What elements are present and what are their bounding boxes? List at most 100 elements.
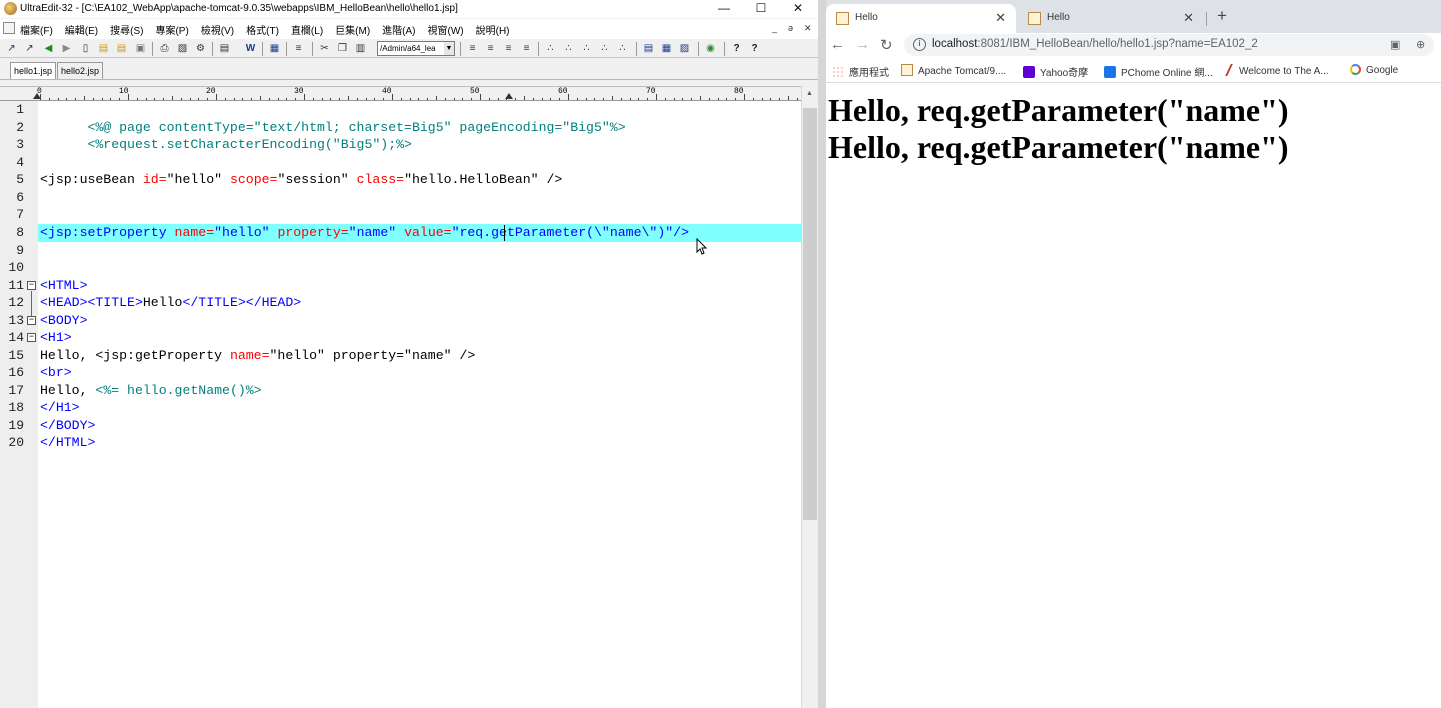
menu-search[interactable]: 搜尋(S) — [110, 22, 143, 37]
code-token: <HEAD><TITLE> — [40, 295, 143, 310]
find-next-icon[interactable]: ∴ — [562, 42, 575, 55]
justify-icon[interactable]: ≡ — [520, 42, 533, 55]
editor-vertical-scrollbar[interactable]: ▲ — [801, 86, 818, 708]
bookmark-welcome[interactable]: Welcome to The A... — [1225, 64, 1329, 77]
ruler-tick — [312, 98, 314, 100]
site-info-icon[interactable]: i — [913, 38, 926, 51]
toolbar-combo-dropdown[interactable]: /Admin/a64_lea ▼ — [377, 41, 455, 56]
find-in-files-icon[interactable]: ∴ — [616, 42, 629, 55]
spell-check-icon[interactable]: ▤ — [218, 42, 231, 55]
ruler-tick — [471, 98, 473, 100]
align-left-icon[interactable]: ≡ — [466, 42, 479, 55]
browser-tab-active[interactable]: Hello ✕ — [826, 4, 1016, 33]
find-prev-icon[interactable]: ∴ — [580, 42, 593, 55]
open-folder-icon[interactable]: ▤ — [97, 42, 110, 55]
find-icon[interactable]: ∴ — [544, 42, 557, 55]
fold-toggle-html[interactable]: − — [27, 281, 36, 290]
menu-edit[interactable]: 編輯(E) — [65, 22, 98, 37]
paste-icon[interactable]: ▥ — [354, 42, 367, 55]
menu-column[interactable]: 直欄(L) — [291, 22, 323, 37]
address-bar[interactable]: i localhost:8081/IBM_HelloBean/hello/hel… — [904, 34, 1434, 56]
ruler-caret-marker — [505, 93, 513, 99]
menu-advanced[interactable]: 進階(A) — [382, 22, 415, 37]
print-icon[interactable]: ⎙ — [158, 42, 171, 55]
close-button[interactable]: ✕ — [780, 0, 816, 18]
bookmark-tomcat[interactable]: Apache Tomcat/9.... — [901, 64, 1006, 77]
save-icon[interactable]: ▣ — [134, 42, 147, 55]
context-help-icon[interactable]: ? — [748, 42, 761, 55]
zoom-icon[interactable]: ⊕ — [1416, 38, 1425, 51]
code-token: "hello" — [166, 172, 230, 187]
menu-file[interactable]: 檔案(F) — [20, 22, 53, 37]
open-folder2-icon[interactable]: ▤ — [115, 42, 128, 55]
forward-button[interactable]: → — [855, 36, 870, 53]
format-icon[interactable]: ≡ — [292, 42, 305, 55]
menu-view[interactable]: 檢視(V) — [201, 22, 234, 37]
minimize-button[interactable]: — — [706, 0, 742, 18]
tab-close-icon[interactable]: ✕ — [1183, 10, 1194, 26]
scroll-up-arrow-icon[interactable]: ▲ — [806, 90, 813, 97]
back-arrow-icon[interactable]: ◀ — [42, 42, 55, 55]
line-number: 1 — [16, 102, 24, 117]
menu-window[interactable]: 視窗(W) — [428, 22, 464, 37]
code-editor[interactable]: <%@ page contentType="text/html; charset… — [38, 101, 801, 708]
help-icon[interactable]: ? — [730, 42, 743, 55]
ruler-label: 80 — [734, 87, 744, 96]
hex-mode-icon[interactable]: ▦ — [268, 42, 281, 55]
ruler-tick — [788, 96, 789, 100]
code-token: name= — [229, 347, 270, 363]
word-wrap-icon[interactable]: W — [244, 42, 257, 55]
new-tab-button[interactable]: + — [1217, 6, 1227, 26]
replace-icon[interactable]: ∴ — [598, 42, 611, 55]
menu-macro[interactable]: 巨集(M) — [335, 22, 370, 37]
window-tile-icon[interactable]: ▤ — [642, 42, 655, 55]
reload-button[interactable]: ↻ — [880, 36, 893, 54]
align-center-icon[interactable]: ≡ — [484, 42, 497, 55]
bookmark-google[interactable]: Google — [1350, 64, 1398, 76]
print-preview-icon[interactable]: ▧ — [176, 42, 189, 55]
cut-icon[interactable]: ✂ — [318, 42, 331, 55]
ruler-left-marker[interactable] — [33, 93, 41, 99]
code-token: <%= hello.getName()%> — [95, 382, 262, 398]
ruler-tick — [189, 98, 191, 100]
fold-toggle-h1[interactable]: − — [27, 333, 36, 342]
code-token: property= — [277, 225, 349, 240]
print-setup-icon[interactable]: ⚙ — [194, 42, 207, 55]
window-cascade-icon[interactable]: ▦ — [660, 42, 673, 55]
code-token: "/> — [665, 225, 689, 240]
file-tab-hello2[interactable]: hello2.jsp — [57, 62, 104, 79]
toolbar-tool2-icon[interactable]: ↗ — [23, 42, 36, 55]
mdi-minimize-button[interactable]: _ — [772, 23, 777, 33]
tab-close-icon[interactable]: ✕ — [995, 10, 1006, 26]
copy-icon[interactable]: ❐ — [336, 42, 349, 55]
ruler-tick — [735, 98, 737, 100]
maximize-button[interactable]: ☐ — [743, 0, 779, 18]
mdi-close-button[interactable]: ✕ — [804, 23, 812, 34]
bookmark-yahoo[interactable]: Yahoo奇摩 — [1023, 64, 1088, 79]
window-list-icon[interactable]: ▨ — [678, 42, 691, 55]
toolbar-tool-icon[interactable]: ↗ — [5, 42, 18, 55]
code-token: <br> — [40, 365, 72, 380]
bookmark-pchome[interactable]: PChome Online 網... — [1104, 64, 1213, 79]
address-url[interactable]: localhost:8081/IBM_HelloBean/hello/hello… — [932, 38, 1258, 50]
line-number: 2 — [16, 119, 24, 135]
menu-project[interactable]: 專案(P) — [155, 22, 188, 37]
menu-help[interactable]: 說明(H) — [476, 22, 510, 37]
ruler-tick — [136, 98, 138, 100]
browser-view-icon[interactable]: ◉ — [704, 42, 717, 55]
forward-arrow-icon[interactable]: ▶ — [60, 42, 73, 55]
file-tab-hello1[interactable]: hello1.jsp — [10, 62, 57, 79]
ruler-tick — [400, 98, 402, 100]
translate-icon[interactable]: ▣ — [1390, 38, 1400, 51]
fold-toggle-body[interactable]: − — [27, 316, 36, 325]
bookmark-apps[interactable]: 應用程式 — [832, 64, 889, 79]
browser-tab-inactive[interactable]: Hello ✕ — [1018, 4, 1204, 33]
new-file-icon[interactable]: ▯ — [79, 42, 92, 55]
back-button[interactable]: ← — [830, 36, 845, 53]
menu-format[interactable]: 格式(T) — [246, 22, 279, 37]
align-right-icon[interactable]: ≡ — [502, 42, 515, 55]
scrollbar-thumb[interactable] — [803, 108, 817, 520]
document-menu-icon[interactable] — [3, 22, 15, 34]
mdi-restore-button[interactable]: ə — [788, 23, 793, 33]
chevron-down-icon[interactable]: ▼ — [444, 42, 454, 55]
